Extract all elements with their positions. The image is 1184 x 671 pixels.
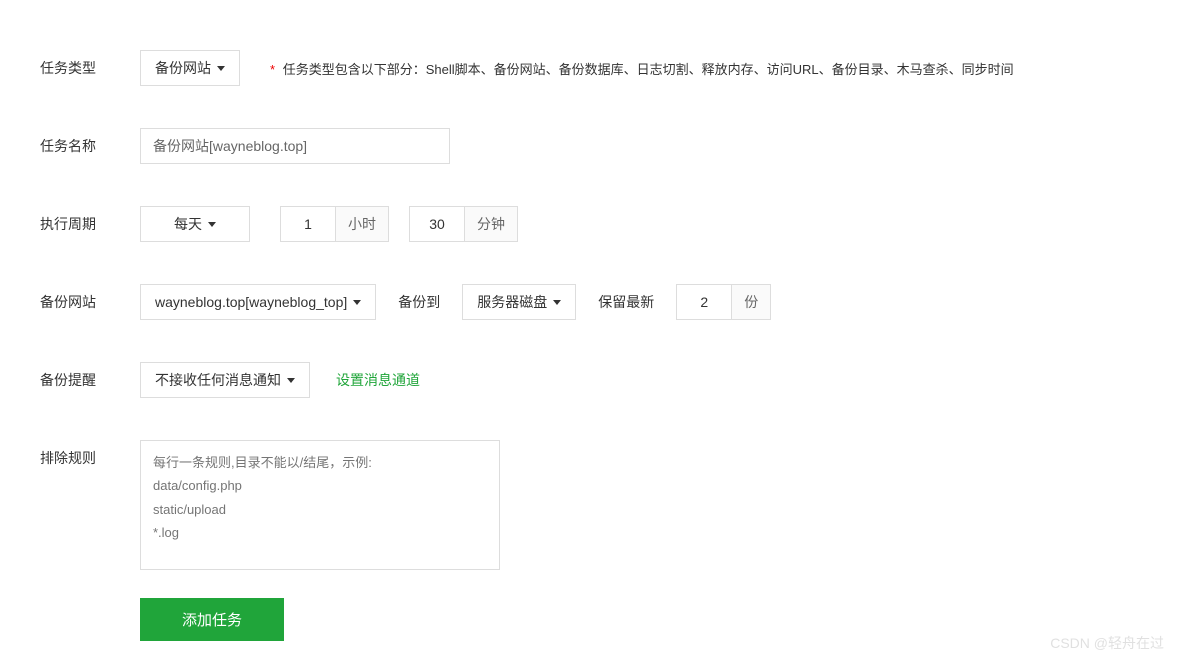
hour-unit: 小时 xyxy=(336,206,389,242)
backup-to-dropdown[interactable]: 服务器磁盘 xyxy=(462,284,576,320)
task-type-label: 任务类型 xyxy=(40,50,140,78)
exclude-label: 排除规则 xyxy=(40,440,140,468)
notify-dropdown[interactable]: 不接收任何消息通知 xyxy=(140,362,310,398)
task-type-dropdown[interactable]: 备份网站 xyxy=(140,50,240,86)
required-asterisk: * xyxy=(270,62,275,77)
keep-label: 保留最新 xyxy=(598,292,654,312)
site-value: wayneblog.top[wayneblog_top] xyxy=(155,294,347,310)
caret-down-icon xyxy=(353,300,361,305)
task-type-hint: * 任务类型包含以下部分：Shell脚本、备份网站、备份数据库、日志切割、释放内… xyxy=(270,59,1014,78)
task-type-row: 任务类型 备份网站 * 任务类型包含以下部分：Shell脚本、备份网站、备份数据… xyxy=(40,50,1144,86)
backup-to-label: 备份到 xyxy=(398,292,440,312)
backup-to-value: 服务器磁盘 xyxy=(477,292,547,312)
keep-input-group: 份 xyxy=(676,284,771,320)
hour-input-group: 小时 xyxy=(280,206,389,242)
backup-site-row: 备份网站 wayneblog.top[wayneblog_top] 备份到 服务… xyxy=(40,284,1144,320)
task-name-input[interactable] xyxy=(140,128,450,164)
caret-down-icon xyxy=(287,378,295,383)
keep-unit: 份 xyxy=(732,284,771,320)
task-name-label: 任务名称 xyxy=(40,128,140,156)
notify-row: 备份提醒 不接收任何消息通知 设置消息通道 xyxy=(40,362,1144,398)
caret-down-icon xyxy=(208,222,216,227)
cycle-label: 执行周期 xyxy=(40,206,140,234)
site-dropdown[interactable]: wayneblog.top[wayneblog_top] xyxy=(140,284,376,320)
add-task-button[interactable]: 添加任务 xyxy=(140,598,284,641)
keep-count-input[interactable] xyxy=(676,284,732,320)
submit-row: 添加任务 xyxy=(140,598,1144,641)
minute-input[interactable] xyxy=(409,206,465,242)
notify-label: 备份提醒 xyxy=(40,362,140,390)
minute-unit: 分钟 xyxy=(465,206,518,242)
notify-settings-link[interactable]: 设置消息通道 xyxy=(336,370,420,390)
hour-input[interactable] xyxy=(280,206,336,242)
notify-value: 不接收任何消息通知 xyxy=(155,370,281,390)
watermark-text: CSDN @轻舟在过 xyxy=(1050,633,1164,653)
exclude-row: 排除规则 xyxy=(40,440,1144,570)
caret-down-icon xyxy=(217,66,225,71)
cycle-row: 执行周期 每天 小时 分钟 xyxy=(40,206,1144,242)
minute-input-group: 分钟 xyxy=(409,206,518,242)
caret-down-icon xyxy=(553,300,561,305)
cycle-frequency-value: 每天 xyxy=(174,214,202,234)
task-type-value: 备份网站 xyxy=(155,58,211,78)
cycle-frequency-dropdown[interactable]: 每天 xyxy=(140,206,250,242)
exclude-textarea[interactable] xyxy=(140,440,500,570)
backup-site-label: 备份网站 xyxy=(40,284,140,312)
task-name-row: 任务名称 xyxy=(40,128,1144,164)
